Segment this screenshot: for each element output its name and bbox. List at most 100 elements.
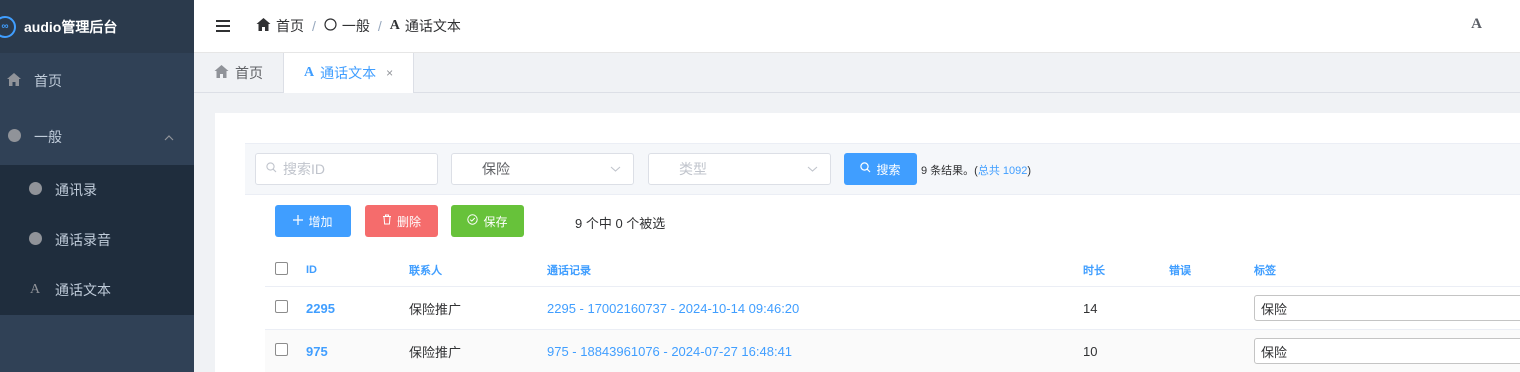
submenu-general: 通讯录 通话录音 A 通话文本 bbox=[0, 165, 194, 315]
breadcrumb-item-transcripts: A 通话文本 bbox=[390, 16, 461, 36]
header-error[interactable]: 错误 bbox=[1169, 262, 1254, 278]
hamburger-menu-icon[interactable] bbox=[216, 16, 234, 37]
tab-label: 首页 bbox=[235, 65, 263, 81]
top-header: 首页 / 一般 / A 通话文本 A bbox=[194, 0, 1520, 53]
chevron-up-icon bbox=[164, 130, 174, 144]
search-icon bbox=[266, 162, 277, 176]
font-size-icon[interactable]: A bbox=[1471, 16, 1482, 33]
text-a-icon: A bbox=[304, 65, 315, 80]
logo-icon: ∞ bbox=[0, 15, 16, 38]
breadcrumb-label: 一般 bbox=[341, 18, 370, 34]
app-logo-row[interactable]: ∞ audio管理后台 bbox=[0, 0, 194, 53]
delete-button[interactable]: 删除 bbox=[365, 205, 438, 237]
breadcrumb-item-general[interactable]: 一般 bbox=[324, 16, 370, 36]
search-button-label: 搜索 bbox=[876, 162, 901, 177]
breadcrumb-item-home[interactable]: 首页 bbox=[256, 16, 304, 36]
search-icon bbox=[860, 162, 871, 176]
row-tag-select[interactable]: 保险 bbox=[1254, 338, 1520, 364]
result-count-text: 9 条结果。( bbox=[921, 165, 978, 177]
row-select-cell bbox=[265, 300, 306, 316]
breadcrumb: 首页 / 一般 / A 通话文本 bbox=[256, 16, 461, 36]
search-placeholder: 搜索ID bbox=[283, 161, 325, 177]
sidebar-item-label: 首页 bbox=[34, 73, 62, 89]
select-all-cell bbox=[265, 261, 306, 278]
row-tag-value: 保险 bbox=[1261, 344, 1288, 360]
breadcrumb-separator: / bbox=[312, 18, 316, 34]
home-icon bbox=[214, 65, 229, 81]
sidebar-item-label: 通讯录 bbox=[55, 182, 97, 198]
circle-icon bbox=[28, 232, 42, 248]
row-record-link[interactable]: 2295 - 17002160737 - 2024-10-14 09:46:20 bbox=[547, 301, 799, 316]
chevron-down-icon bbox=[610, 163, 621, 175]
home-icon bbox=[6, 73, 22, 89]
header-duration[interactable]: 时长 bbox=[1083, 262, 1169, 278]
row-record-link[interactable]: 975 - 18843961076 - 2024-07-27 16:48:41 bbox=[547, 344, 792, 359]
header-contact[interactable]: 联系人 bbox=[409, 262, 547, 278]
circle-icon bbox=[28, 182, 42, 198]
breadcrumb-separator: / bbox=[377, 18, 382, 34]
trash-icon bbox=[382, 214, 392, 228]
breadcrumb-label: 首页 bbox=[276, 18, 304, 34]
save-button[interactable]: 保存 bbox=[451, 205, 524, 237]
table-row: 2295 保险推广 2295 - 17002160737 - 2024-10-1… bbox=[265, 287, 1520, 330]
sidebar-item-transcripts[interactable]: A 通话文本 bbox=[0, 265, 194, 315]
category-value: 保险 bbox=[482, 161, 510, 177]
row-id-link[interactable]: 975 bbox=[306, 344, 328, 359]
row-select-cell bbox=[265, 343, 306, 359]
row-tag-select[interactable]: 保险 bbox=[1254, 295, 1520, 321]
row-duration: 14 bbox=[1083, 300, 1098, 316]
tab-label: 通话文本 bbox=[320, 65, 377, 81]
tab-home[interactable]: 首页 bbox=[194, 53, 283, 93]
header-record[interactable]: 通话记录 bbox=[547, 262, 1083, 278]
circle-outline-icon bbox=[324, 18, 337, 34]
show-all-link[interactable]: 总共 1092 bbox=[978, 165, 1028, 177]
sidebar-item-general[interactable]: 一般 bbox=[0, 109, 194, 165]
header-tag[interactable]: 标签 bbox=[1254, 262, 1520, 278]
header-id[interactable]: ID bbox=[306, 264, 409, 276]
sidebar: ∞ audio管理后台 首页 一般 通讯录 通话录音 A 通话文本 bbox=[0, 0, 194, 372]
save-button-label: 保存 bbox=[483, 214, 508, 229]
table-row: 975 保险推广 975 - 18843961076 - 2024-07-27 … bbox=[265, 330, 1520, 372]
plus-icon bbox=[293, 214, 304, 228]
add-button-label: 增加 bbox=[308, 214, 333, 229]
tags-view: 首页 A 通话文本 × bbox=[194, 53, 1520, 93]
type-placeholder: 类型 bbox=[679, 161, 707, 177]
sidebar-item-recordings[interactable]: 通话录音 bbox=[0, 215, 194, 265]
result-count-close: ) bbox=[1027, 165, 1032, 177]
breadcrumb-label: 通话文本 bbox=[404, 18, 461, 34]
row-contact: 保险推广 bbox=[409, 344, 462, 360]
search-input[interactable]: 搜索ID bbox=[255, 153, 438, 185]
sidebar-item-label: 通话录音 bbox=[55, 232, 111, 248]
row-id-link[interactable]: 2295 bbox=[306, 301, 335, 316]
tab-transcripts[interactable]: A 通话文本 × bbox=[283, 53, 415, 93]
sidebar-item-label: 一般 bbox=[34, 129, 62, 145]
circle-icon bbox=[6, 129, 22, 145]
add-button[interactable]: 增加 bbox=[275, 205, 351, 237]
sidebar-item-contacts[interactable]: 通讯录 bbox=[0, 165, 194, 215]
chevron-down-icon bbox=[807, 163, 818, 175]
selection-count: 9 个中 0 个被选 bbox=[575, 216, 666, 231]
table-header: ID 联系人 通话记录 时长 错误 标签 bbox=[265, 253, 1520, 287]
content-card: 搜索ID 保险 类型 搜索 9 条结果。(总共 1092) 增加 删除 保存 9… bbox=[215, 113, 1520, 372]
row-checkbox[interactable] bbox=[275, 343, 288, 356]
delete-button-label: 删除 bbox=[396, 214, 421, 229]
filter-toolbar: 搜索ID 保险 类型 搜索 9 条结果。(总共 1092) bbox=[245, 143, 1520, 195]
home-icon bbox=[256, 18, 271, 34]
select-all-checkbox[interactable] bbox=[275, 261, 288, 275]
text-a-icon: A bbox=[389, 18, 400, 33]
sidebar-item-home[interactable]: 首页 bbox=[0, 53, 194, 109]
sidebar-item-label: 通话文本 bbox=[55, 282, 111, 298]
app-title: audio管理后台 bbox=[24, 18, 118, 35]
type-select[interactable]: 类型 bbox=[648, 153, 831, 185]
row-duration: 10 bbox=[1083, 343, 1098, 359]
row-checkbox[interactable] bbox=[275, 300, 288, 313]
close-icon[interactable]: × bbox=[386, 66, 393, 80]
text-a-icon: A bbox=[29, 282, 41, 297]
row-tag-value: 保险 bbox=[1261, 301, 1288, 317]
category-select[interactable]: 保险 bbox=[451, 153, 634, 185]
search-button[interactable]: 搜索 bbox=[844, 153, 917, 185]
result-count: 9 条结果。(总共 1092) bbox=[921, 162, 1031, 178]
data-table: ID 联系人 通话记录 时长 错误 标签 2295 保险推广 2295 - 17… bbox=[265, 253, 1520, 372]
check-circle-icon bbox=[467, 214, 479, 228]
row-contact: 保险推广 bbox=[409, 301, 462, 317]
